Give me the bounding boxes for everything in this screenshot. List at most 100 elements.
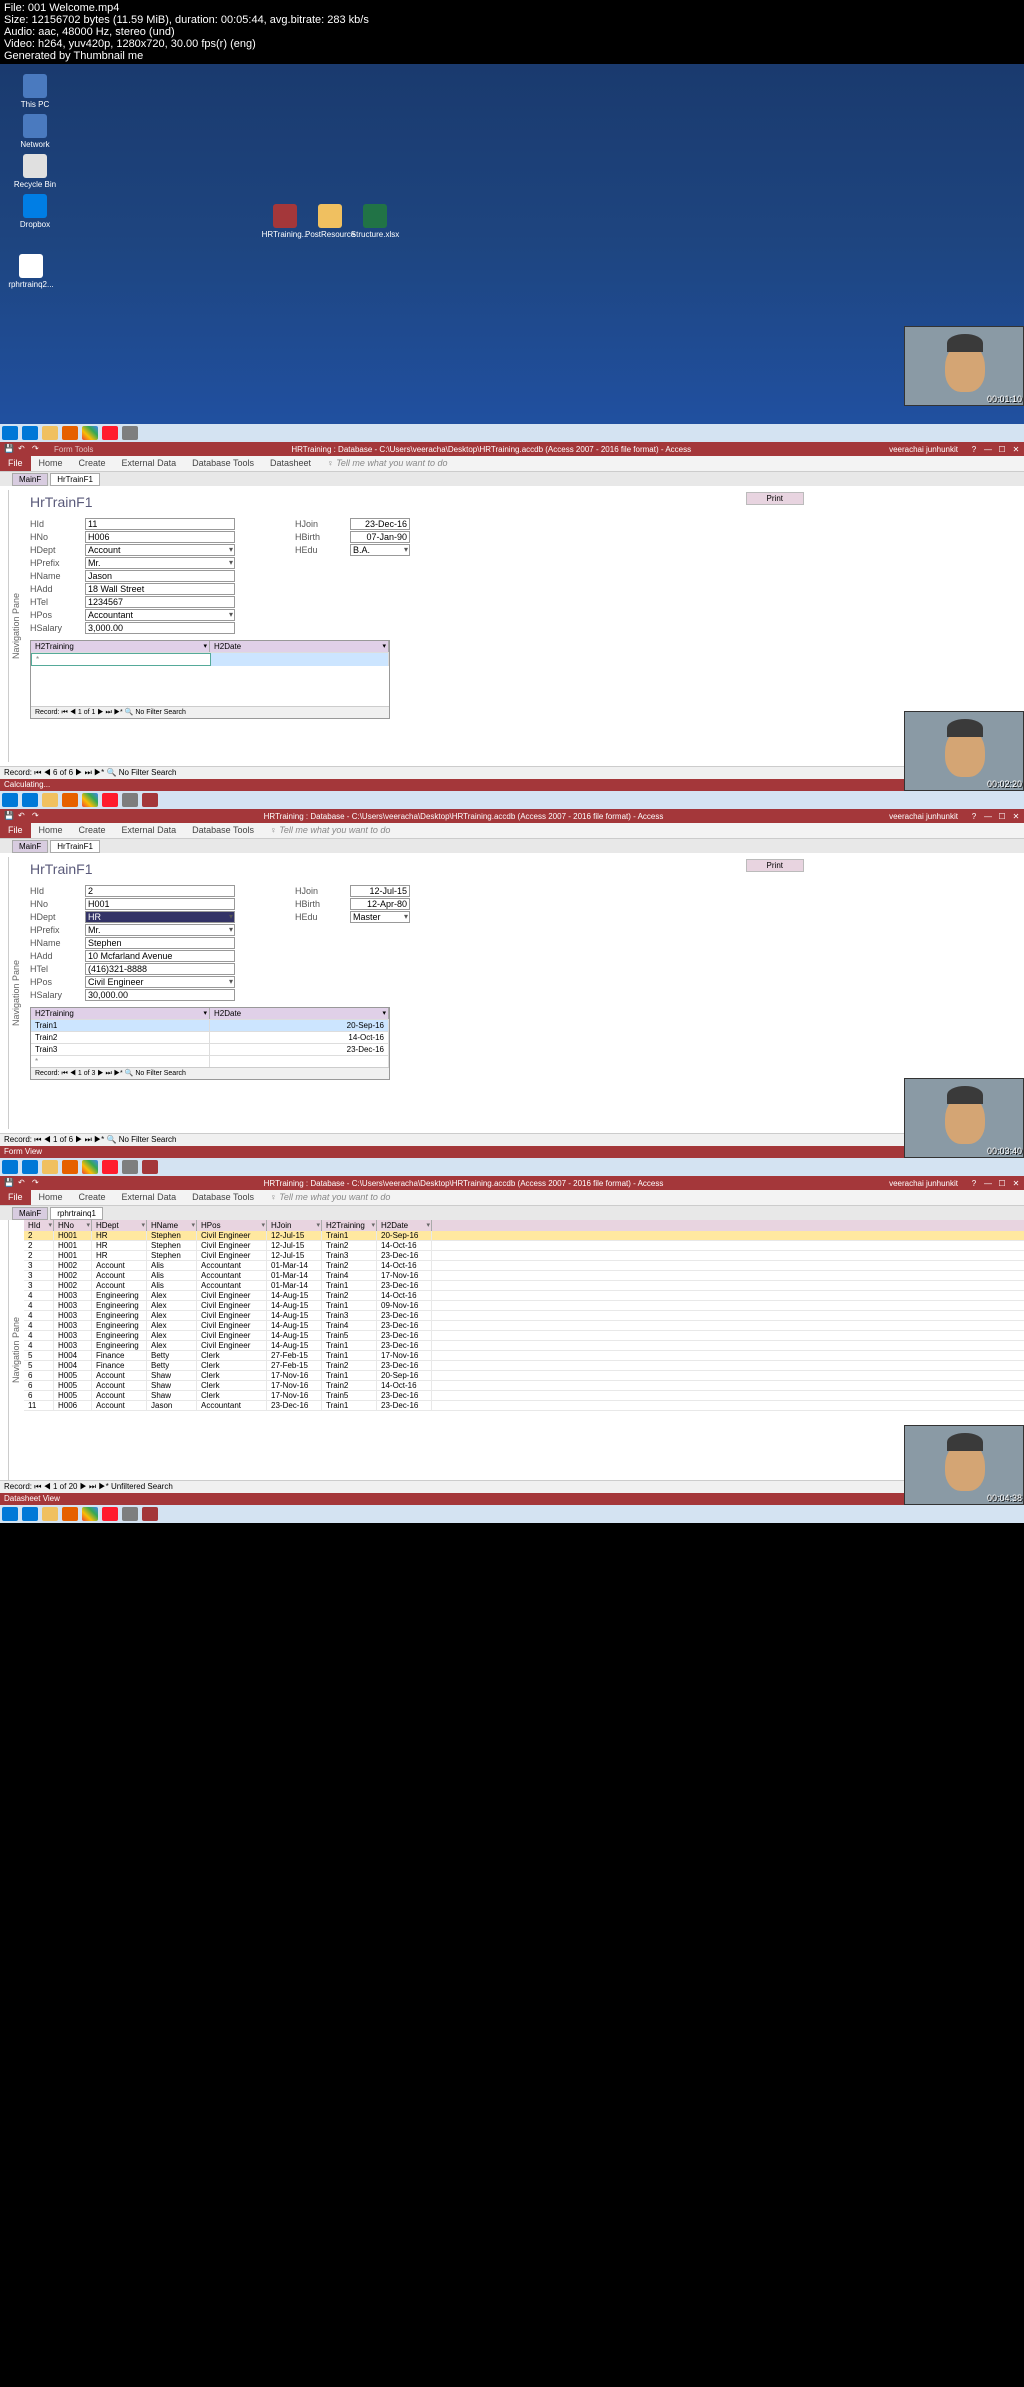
- tellme-input[interactable]: ♀ Tell me what you want to do: [262, 1190, 398, 1205]
- mainf-tab[interactable]: MainF: [12, 473, 48, 486]
- table-cell[interactable]: Alis: [147, 1271, 197, 1280]
- table-cell[interactable]: 14-Oct-16: [377, 1241, 432, 1250]
- table-cell[interactable]: 23-Dec-16: [377, 1321, 432, 1330]
- create-tab[interactable]: Create: [71, 1190, 114, 1205]
- table-cell[interactable]: 17-Nov-16: [267, 1381, 322, 1390]
- table-cell[interactable]: 14-Aug-15: [267, 1321, 322, 1330]
- dbtools-tab[interactable]: Database Tools: [184, 1190, 262, 1205]
- table-cell[interactable]: Train4: [322, 1271, 377, 1280]
- table-cell[interactable]: 4: [24, 1291, 54, 1300]
- firefox-icon[interactable]: [62, 426, 78, 440]
- column-header[interactable]: HName: [147, 1220, 197, 1231]
- maximize-button[interactable]: ☐: [996, 445, 1008, 454]
- htel-input[interactable]: (416)321-8888: [85, 963, 235, 975]
- new-train-cell[interactable]: [31, 653, 211, 666]
- h2date-header[interactable]: H2Date: [210, 641, 389, 652]
- table-cell[interactable]: 14-Oct-16: [210, 1032, 389, 1043]
- access-taskbar-icon[interactable]: [142, 793, 158, 807]
- hbirth-input[interactable]: 07-Jan-90: [350, 531, 410, 543]
- ie-icon[interactable]: [22, 1160, 38, 1174]
- table-cell[interactable]: Alex: [147, 1321, 197, 1330]
- app-icon[interactable]: [122, 793, 138, 807]
- table-row[interactable]: 3H002AccountAlisAccountant01-Mar-14Train…: [24, 1261, 1024, 1271]
- table-cell[interactable]: H003: [54, 1291, 92, 1300]
- table-cell[interactable]: 6: [24, 1381, 54, 1390]
- hid-input[interactable]: 11: [85, 518, 235, 530]
- table-row[interactable]: 6H005AccountShawClerk17-Nov-16Train214-O…: [24, 1381, 1024, 1391]
- table-row[interactable]: 4H003EngineeringAlexCivil Engineer14-Aug…: [24, 1291, 1024, 1301]
- table-row[interactable]: 4H003EngineeringAlexCivil Engineer14-Aug…: [24, 1301, 1024, 1311]
- new-date-cell[interactable]: [211, 653, 390, 666]
- minimize-button[interactable]: —: [982, 445, 994, 454]
- firefox-icon[interactable]: [62, 1160, 78, 1174]
- table-cell[interactable]: 12-Jul-15: [267, 1251, 322, 1260]
- table-cell[interactable]: 17-Nov-16: [267, 1371, 322, 1380]
- table-cell[interactable]: Alex: [147, 1291, 197, 1300]
- save-icon[interactable]: 💾: [4, 811, 14, 821]
- table-cell[interactable]: H003: [54, 1311, 92, 1320]
- table-cell[interactable]: Civil Engineer: [197, 1321, 267, 1330]
- network-icon[interactable]: Network: [10, 114, 60, 149]
- table-cell[interactable]: Engineering: [92, 1331, 147, 1340]
- table-cell[interactable]: 3: [24, 1281, 54, 1290]
- new-train-cell[interactable]: [31, 1056, 210, 1067]
- table-cell[interactable]: Stephen: [147, 1251, 197, 1260]
- rphr-tab[interactable]: rphrtrainq1: [50, 1207, 103, 1220]
- table-cell[interactable]: H002: [54, 1271, 92, 1280]
- table-cell[interactable]: Clerk: [197, 1371, 267, 1380]
- table-cell[interactable]: 23-Dec-16: [377, 1331, 432, 1340]
- hprefix-input[interactable]: Mr.: [85, 924, 235, 936]
- table-cell[interactable]: 14-Aug-15: [267, 1311, 322, 1320]
- table-cell[interactable]: 01-Mar-14: [267, 1261, 322, 1270]
- table-cell[interactable]: H004: [54, 1361, 92, 1370]
- table-cell[interactable]: H001: [54, 1241, 92, 1250]
- record-navigator[interactable]: Record: ⏮ ◀ 1 of 6 ▶ ⏭ ▶* 🔍 No Filter Se…: [0, 1133, 1024, 1146]
- table-cell[interactable]: Train1: [322, 1401, 377, 1410]
- htel-input[interactable]: 1234567: [85, 596, 235, 608]
- table-cell[interactable]: Train2: [322, 1361, 377, 1370]
- table-row[interactable]: 2H001HRStephenCivil Engineer12-Jul-15Tra…: [24, 1251, 1024, 1261]
- table-cell[interactable]: Shaw: [147, 1381, 197, 1390]
- table-cell[interactable]: Engineering: [92, 1301, 147, 1310]
- table-cell[interactable]: Train1: [322, 1351, 377, 1360]
- table-cell[interactable]: Clerk: [197, 1361, 267, 1370]
- chrome-icon[interactable]: [82, 1160, 98, 1174]
- table-cell[interactable]: Civil Engineer: [197, 1241, 267, 1250]
- table-cell[interactable]: Train2: [322, 1381, 377, 1390]
- table-cell[interactable]: H005: [54, 1391, 92, 1400]
- table-cell[interactable]: Account: [92, 1371, 147, 1380]
- external-tab[interactable]: External Data: [114, 823, 185, 838]
- start-button[interactable]: [2, 1160, 18, 1174]
- opera-icon[interactable]: [102, 1507, 118, 1521]
- table-cell[interactable]: H001: [54, 1231, 92, 1240]
- home-tab[interactable]: Home: [31, 456, 71, 471]
- access-taskbar-icon[interactable]: [142, 1507, 158, 1521]
- hid-input[interactable]: 2: [85, 885, 235, 897]
- hno-input[interactable]: H006: [85, 531, 235, 543]
- table-cell[interactable]: 23-Dec-16: [377, 1311, 432, 1320]
- navigation-pane-toggle[interactable]: Navigation Pane: [8, 1220, 22, 1480]
- table-cell[interactable]: HR: [92, 1241, 147, 1250]
- navigation-pane-toggle[interactable]: Navigation Pane: [8, 490, 22, 762]
- opera-icon[interactable]: [102, 426, 118, 440]
- table-cell[interactable]: H003: [54, 1301, 92, 1310]
- hprefix-input[interactable]: Mr.: [85, 557, 235, 569]
- table-cell[interactable]: 14-Aug-15: [267, 1301, 322, 1310]
- h2date-header[interactable]: H2Date: [210, 1008, 389, 1019]
- record-navigator[interactable]: Record: ⏮ ◀ 1 of 20 ▶ ⏭ ▶* Unfiltered Se…: [0, 1480, 1024, 1493]
- table-cell[interactable]: 6: [24, 1391, 54, 1400]
- tellme-input[interactable]: ♀ Tell me what you want to do: [319, 456, 455, 471]
- table-cell[interactable]: Engineering: [92, 1341, 147, 1350]
- file-tab[interactable]: File: [0, 823, 31, 838]
- explorer-icon[interactable]: [42, 1507, 58, 1521]
- hsalary-input[interactable]: 30,000.00: [85, 989, 235, 1001]
- mainf-tab[interactable]: MainF: [12, 840, 48, 853]
- table-cell[interactable]: H005: [54, 1381, 92, 1390]
- table-cell[interactable]: 4: [24, 1311, 54, 1320]
- close-button[interactable]: ✕: [1010, 445, 1022, 454]
- table-cell[interactable]: Civil Engineer: [197, 1301, 267, 1310]
- new-date-cell[interactable]: [210, 1056, 389, 1067]
- start-button[interactable]: [2, 793, 18, 807]
- home-tab[interactable]: Home: [31, 1190, 71, 1205]
- create-tab[interactable]: Create: [71, 823, 114, 838]
